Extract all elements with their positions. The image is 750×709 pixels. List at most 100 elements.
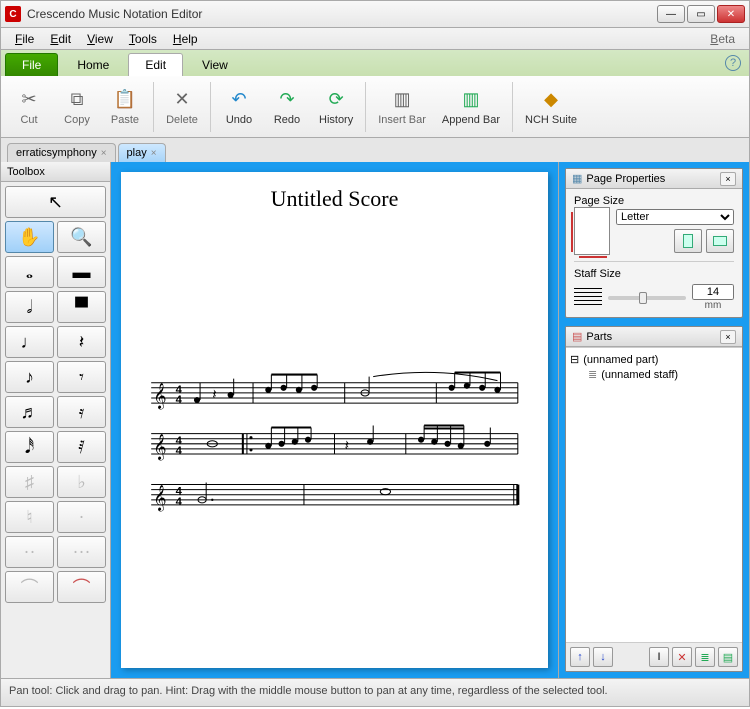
doc-tab-erraticsymphony[interactable]: erraticsymphony×: [7, 143, 116, 162]
page-properties-panel: ▦ Page Properties × Page Size Letter: [565, 168, 743, 318]
ribbon-tab-edit[interactable]: Edit: [128, 53, 183, 76]
paste-button[interactable]: 📋Paste: [101, 86, 149, 128]
svg-text:𝄽: 𝄽: [212, 387, 216, 403]
parts-tree[interactable]: ⊟ (unnamed part) ≣ (unnamed staff): [566, 347, 742, 642]
page-thumb-icon: [574, 207, 610, 255]
score-canvas[interactable]: Untitled Score 𝄞 44 𝄽: [111, 162, 559, 678]
main-area: Toolbox ↖ ✋ 🔍 𝅝 ▬ 𝅗𝅥 ▀ ♩ 𝄽 ♪ 𝄾 ♬ 𝄿 𝅘𝅥𝅰 𝅀…: [0, 162, 750, 679]
tree-row[interactable]: ≣ (unnamed staff): [570, 367, 738, 382]
history-button[interactable]: ⟳History: [311, 86, 361, 128]
maximize-button[interactable]: ▭: [687, 5, 715, 23]
triple-dot-tool[interactable]: ···: [57, 536, 106, 568]
thirtysecond-rest-tool[interactable]: 𝅀: [57, 431, 106, 463]
close-button[interactable]: ✕: [717, 5, 745, 23]
titlebar: C Crescendo Music Notation Editor — ▭ ✕: [0, 0, 750, 28]
sixteenth-note-tool[interactable]: ♬: [5, 396, 54, 428]
undo-icon: ↶: [227, 88, 251, 112]
menu-file[interactable]: File: [7, 32, 42, 46]
staff-size-slider[interactable]: [608, 296, 686, 300]
sharp-tool[interactable]: ♯: [5, 466, 54, 498]
history-icon: ⟳: [324, 88, 348, 112]
minimize-button[interactable]: —: [657, 5, 685, 23]
help-icon[interactable]: ?: [725, 55, 741, 71]
page-size-label: Page Size: [574, 195, 734, 207]
cut-button[interactable]: ✂Cut: [5, 86, 53, 128]
natural-tool[interactable]: ♮: [5, 501, 54, 533]
eighth-rest-tool[interactable]: 𝄾: [57, 361, 106, 393]
score-title: Untitled Score: [141, 186, 528, 212]
tree-row[interactable]: ⊟ (unnamed part): [570, 352, 738, 367]
svg-text:𝄞: 𝄞: [153, 485, 166, 511]
half-note-tool[interactable]: 𝅗𝅥: [5, 291, 54, 323]
delete-button[interactable]: ✕Delete: [158, 86, 206, 128]
append-bar-icon: ▥: [459, 88, 483, 112]
ribbon-tab-file[interactable]: File: [5, 53, 58, 76]
clipboard-icon: 📋: [113, 88, 137, 112]
select-tool[interactable]: ↖: [5, 186, 106, 218]
staff-size-icon: [574, 288, 602, 308]
staff-size-input[interactable]: [692, 284, 734, 300]
delete-icon: ✕: [170, 88, 194, 112]
menu-edit[interactable]: Edit: [42, 32, 79, 46]
move-down-button[interactable]: ↓: [593, 647, 613, 667]
tree-toggle-icon[interactable]: ⊟: [570, 353, 579, 366]
close-icon[interactable]: ×: [151, 148, 157, 159]
zoom-tool[interactable]: 🔍: [57, 221, 106, 253]
staff-size-label: Staff Size: [574, 268, 734, 280]
move-up-button[interactable]: ↑: [570, 647, 590, 667]
half-rest-tool[interactable]: ▀: [57, 291, 106, 323]
redo-button[interactable]: ↷Redo: [263, 86, 311, 128]
thirtysecond-note-tool[interactable]: 𝅘𝅥𝅰: [5, 431, 54, 463]
undo-button[interactable]: ↶Undo: [215, 86, 263, 128]
svg-text:𝄽: 𝄽: [345, 438, 349, 454]
copy-button[interactable]: ⧉Copy: [53, 86, 101, 128]
append-bar-button[interactable]: ▥Append Bar: [434, 86, 508, 128]
right-panels: ▦ Page Properties × Page Size Letter: [559, 162, 749, 678]
slur-tool[interactable]: ⌒: [57, 571, 106, 603]
ribbon-tabs: File Home Edit View ?: [0, 50, 750, 76]
add-part-button[interactable]: ▤: [718, 647, 738, 667]
whole-note-tool[interactable]: 𝅝: [5, 256, 54, 288]
doc-tab-play[interactable]: play×: [118, 143, 166, 162]
score-staves: 𝄞 44 𝄽: [141, 220, 528, 688]
portrait-button[interactable]: [674, 229, 702, 253]
rename-button[interactable]: I: [649, 647, 669, 667]
magnifier-icon: 🔍: [70, 227, 92, 248]
eighth-note-tool[interactable]: ♪: [5, 361, 54, 393]
quarter-rest-tool[interactable]: 𝄽: [57, 326, 106, 358]
dot-tool[interactable]: ·: [57, 501, 106, 533]
page-icon: ▦: [572, 172, 582, 185]
parts-header: ▤ Parts ×: [566, 327, 742, 347]
portrait-icon: [683, 234, 693, 248]
landscape-button[interactable]: [706, 229, 734, 253]
insert-bar-button[interactable]: ▥Insert Bar: [370, 86, 434, 128]
nch-suite-button[interactable]: ◆NCH Suite: [517, 86, 585, 128]
parts-panel: ▤ Parts × ⊟ (unnamed part) ≣ (unnamed st…: [565, 326, 743, 672]
ribbon-tab-view[interactable]: View: [185, 53, 245, 76]
tie-tool[interactable]: ⌒: [5, 571, 54, 603]
page-properties-header: ▦ Page Properties ×: [566, 169, 742, 189]
page-size-select[interactable]: Letter: [616, 209, 734, 225]
menu-help[interactable]: Help: [165, 32, 206, 46]
close-icon[interactable]: ×: [101, 148, 107, 159]
close-icon[interactable]: ×: [720, 172, 736, 186]
document-tabs: erraticsymphony× play×: [0, 138, 750, 162]
close-icon[interactable]: ×: [720, 330, 736, 344]
whole-rest-tool[interactable]: ▬: [57, 256, 106, 288]
ribbon-tab-home[interactable]: Home: [60, 53, 126, 76]
svg-text:4: 4: [176, 496, 183, 508]
scissors-icon: ✂: [17, 88, 41, 112]
svg-text:𝄞: 𝄞: [153, 434, 166, 460]
add-staff-button[interactable]: ≣: [695, 647, 715, 667]
copy-icon: ⧉: [65, 88, 89, 112]
pan-tool[interactable]: ✋: [5, 221, 54, 253]
staff-size-unit: mm: [692, 300, 734, 311]
quarter-note-tool[interactable]: ♩: [5, 326, 54, 358]
beta-label: Beta: [702, 32, 743, 46]
flat-tool[interactable]: ♭: [57, 466, 106, 498]
double-dot-tool[interactable]: ··: [5, 536, 54, 568]
menu-view[interactable]: View: [79, 32, 121, 46]
sixteenth-rest-tool[interactable]: 𝄿: [57, 396, 106, 428]
menu-tools[interactable]: Tools: [121, 32, 165, 46]
delete-part-button[interactable]: ✕: [672, 647, 692, 667]
